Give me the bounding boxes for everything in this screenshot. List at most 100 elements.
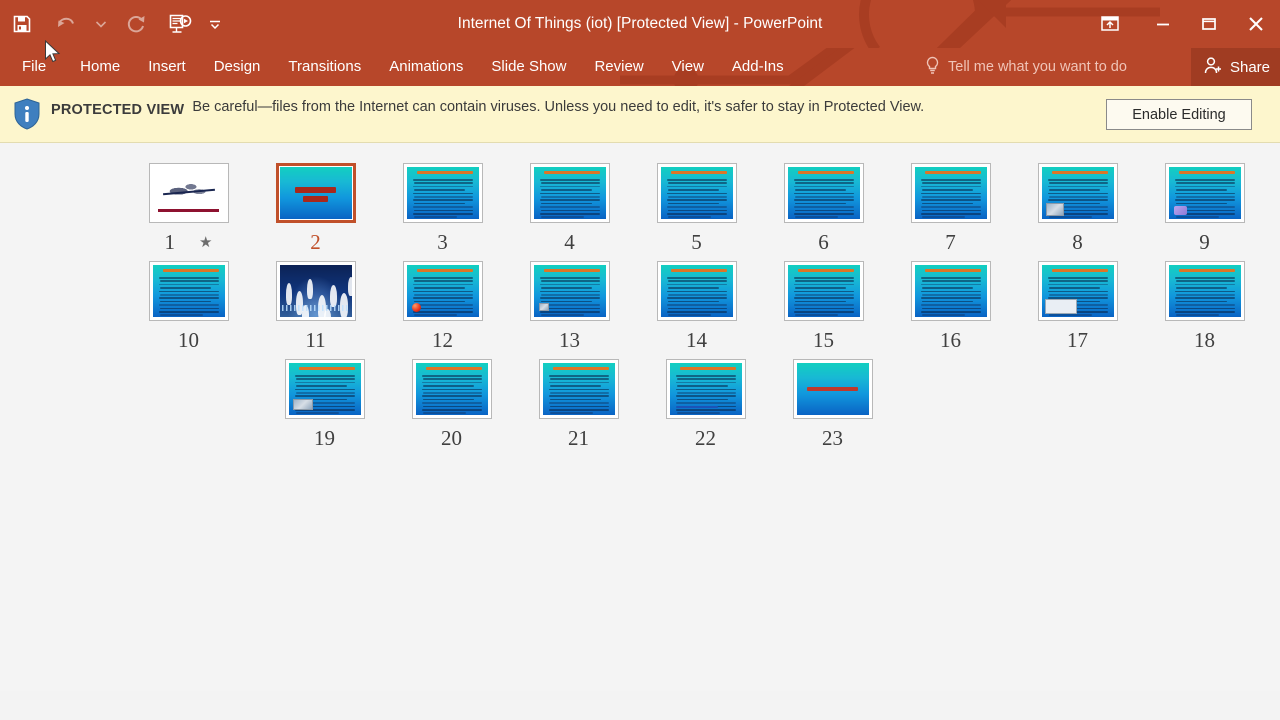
slide-thumbnail-21[interactable] [538, 359, 619, 419]
slide-thumbnail-content [533, 265, 606, 317]
slide-thumbnail-11[interactable] [275, 261, 356, 321]
slide-text-line [666, 304, 727, 306]
slide-row: 18 17 16 15 14 13 12 11 10 [0, 257, 1280, 351]
slide-text-line [549, 398, 601, 401]
tab-animations[interactable]: Animations [375, 48, 477, 86]
slide-cell[interactable]: 12 [379, 257, 506, 351]
slide-text-line [295, 412, 339, 414]
slide-cell[interactable]: 11 [252, 257, 379, 351]
slide-text-line [793, 185, 854, 188]
slide-thumbnail-13[interactable] [529, 261, 610, 321]
animation-star-icon[interactable]: ★ [199, 235, 212, 250]
slide-text-line [921, 287, 973, 289]
slide-cell[interactable]: 2 [252, 159, 379, 253]
slide-thumbnail-content [669, 363, 742, 415]
slide-thumbnail-14[interactable] [656, 261, 737, 321]
slide-thumbnail-23[interactable] [792, 359, 873, 419]
slide-cell[interactable]: 15 [760, 257, 887, 351]
tab-home[interactable]: Home [66, 48, 134, 86]
slide-cell[interactable]: 20 [388, 355, 515, 449]
minimize-icon[interactable] [1140, 1, 1186, 47]
slide-thumbnail-2[interactable] [275, 163, 356, 223]
close-icon[interactable] [1232, 1, 1280, 47]
slide-text-line [412, 304, 473, 306]
slide-cell[interactable]: 13 [506, 257, 633, 351]
slide-thumbnail-5[interactable] [656, 163, 737, 223]
tab-add-ins[interactable]: Add-Ins [718, 48, 798, 86]
slide-text-line [920, 277, 981, 279]
tab-view[interactable]: View [658, 48, 718, 86]
slide-thumbnail-3[interactable] [402, 163, 483, 223]
slide-thumbnail-4[interactable] [529, 163, 610, 223]
tell-me-search[interactable]: Tell me what you want to do [925, 48, 1127, 86]
slide-text-line [294, 375, 355, 377]
slide-cell[interactable]: 16 [887, 257, 1014, 351]
slide-thumbnail-1[interactable] [148, 163, 229, 223]
slide-text-line [421, 409, 482, 411]
slide-cell[interactable]: 19 [261, 355, 388, 449]
slide-thumbnail-9[interactable] [1164, 163, 1245, 223]
slide-cell[interactable]: 8 [1014, 159, 1141, 253]
tab-slide-show[interactable]: Slide Show [477, 48, 580, 86]
slide-thumbnail-19[interactable] [284, 359, 365, 419]
slide-text-line [1175, 307, 1235, 310]
slide-thumbnail-12[interactable] [402, 261, 483, 321]
slide-thumbnail-7[interactable] [910, 163, 991, 223]
slide-cell[interactable]: 10 [125, 257, 252, 351]
slide-text-line [539, 277, 600, 279]
slide-cell[interactable]: 6 [760, 159, 887, 253]
slide-cell[interactable]: 4 [506, 159, 633, 253]
slide-cell[interactable]: 18 [1141, 257, 1268, 351]
slide-title-text [552, 367, 609, 370]
save-icon[interactable] [0, 4, 44, 44]
start-from-beginning-icon[interactable] [158, 4, 202, 44]
slide-cell[interactable]: 9 [1141, 159, 1268, 253]
slide-text-line [412, 283, 473, 286]
slide-sorter-pane[interactable]: 9 8 7 6 5 4 3 2 ★ 1 18 17 16 15 14 13 12 11 10 23 22 21 20 19 [0, 143, 1280, 691]
ribbon-display-options-icon[interactable] [1080, 1, 1140, 47]
slide-cell[interactable]: 3 [379, 159, 506, 253]
tab-insert[interactable]: Insert [134, 48, 200, 86]
slide-number-label: 12 [432, 328, 453, 352]
slide-text-line [158, 283, 219, 286]
slide-text-line [921, 209, 981, 212]
slide-text-line [413, 196, 473, 198]
slide-cell[interactable]: 21 [515, 355, 642, 449]
slide-thumbnail-22[interactable] [665, 359, 746, 419]
redo-icon[interactable] [114, 4, 158, 44]
slide-cell[interactable]: ★ 1 [125, 159, 252, 253]
tab-review[interactable]: Review [580, 48, 657, 86]
slide-thumbnail-8[interactable] [1037, 163, 1118, 223]
slide-thumbnail-6[interactable] [783, 163, 864, 223]
slide-cell[interactable]: 23 [769, 355, 896, 449]
slide-text-line [422, 405, 482, 408]
slide-cell[interactable]: 22 [642, 355, 769, 449]
slide-cell[interactable]: 17 [1014, 257, 1141, 351]
tab-transitions[interactable]: Transitions [274, 48, 375, 86]
slide-text-line [920, 283, 981, 286]
slide-thumbnail-16[interactable] [910, 261, 991, 321]
slide-thumbnail-20[interactable] [411, 359, 492, 419]
slide-thumbnail-18[interactable] [1164, 261, 1245, 321]
slide-text-line [421, 402, 482, 404]
share-button[interactable]: Share [1190, 48, 1280, 86]
slide-cell[interactable]: 7 [887, 159, 1014, 253]
customize-quick-access-toolbar-icon[interactable] [202, 4, 228, 44]
slide-text-line [422, 392, 482, 394]
tab-file[interactable]: File [0, 48, 66, 86]
slide-thumbnail-10[interactable] [148, 261, 229, 321]
slide-cell[interactable]: 14 [633, 257, 760, 351]
undo-icon[interactable] [44, 4, 88, 44]
slide-text-line [920, 206, 981, 208]
slide-thumbnail-17[interactable] [1037, 261, 1118, 321]
slide-cell[interactable]: 5 [633, 159, 760, 253]
slide-thumbnail-content [1041, 265, 1114, 317]
slide-thumbnail-15[interactable] [783, 261, 864, 321]
slide-text-line [667, 182, 727, 184]
tab-design[interactable]: Design [200, 48, 275, 86]
enable-editing-button[interactable]: Enable Editing [1106, 99, 1252, 130]
slide-text-line [1048, 189, 1100, 191]
slide-text-line [421, 381, 482, 384]
restore-icon[interactable] [1186, 1, 1232, 47]
undo-dropdown-icon[interactable] [88, 4, 114, 44]
